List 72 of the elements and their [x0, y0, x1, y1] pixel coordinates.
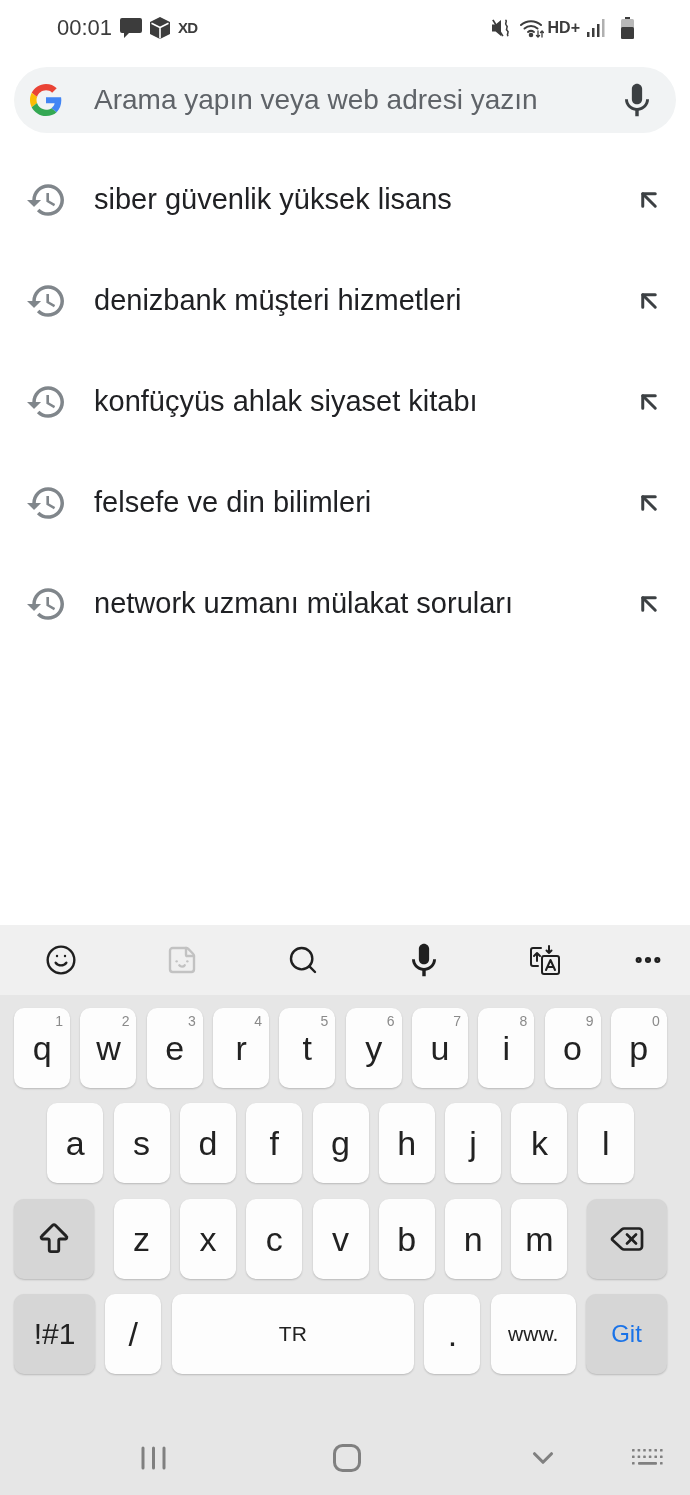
smiley-icon[interactable]	[44, 944, 77, 976]
keyboard-key[interactable]: e 3	[146, 1008, 203, 1088]
number-hint: 5	[320, 1014, 329, 1028]
battery-icon	[621, 16, 634, 39]
keyboard-key[interactable]: f	[246, 1103, 303, 1184]
keyboard-key[interactable]: /	[105, 1293, 162, 1374]
keyboard-key[interactable]: c	[246, 1198, 303, 1279]
number-hint: 1	[55, 1014, 64, 1028]
space-bar[interactable]: TR	[171, 1293, 415, 1374]
keyboard-key[interactable]: .	[424, 1293, 481, 1374]
signal-icon	[587, 18, 605, 37]
suggestion-text[interactable]: denizbank müşteri hizmetleri	[94, 278, 462, 323]
suggestion-text[interactable]: konfüçyüs ahlak siyaset kitabı	[94, 379, 478, 424]
keyboard-key[interactable]: n	[445, 1198, 502, 1279]
network-type-text: HD+	[547, 19, 580, 36]
symbols-key[interactable]: !#1	[14, 1293, 95, 1374]
keyboard-key[interactable]: x	[179, 1198, 236, 1279]
keyboard-key[interactable]: q 1	[14, 1008, 71, 1088]
microphone-icon[interactable]	[411, 943, 436, 977]
keyboard-key[interactable]: p 0	[610, 1008, 667, 1088]
translate-icon[interactable]	[528, 944, 561, 976]
keyboard-key[interactable]: k	[511, 1103, 568, 1184]
keyboard-key[interactable]: o 9	[544, 1008, 601, 1088]
keyboard-key[interactable]: h	[378, 1103, 435, 1184]
keyboard-key[interactable]: y 6	[345, 1008, 402, 1088]
keyboard-key[interactable]: g	[312, 1103, 369, 1184]
suggestion-text[interactable]: felsefe ve din bilimleri	[94, 480, 372, 525]
number-hint: 3	[187, 1014, 196, 1028]
notification-text: XD	[178, 20, 198, 35]
microphone-icon[interactable]	[625, 83, 649, 117]
domain-key[interactable]: www.	[490, 1293, 576, 1374]
history-icon	[27, 284, 64, 317]
keyboard-key[interactable]: m	[511, 1198, 568, 1279]
keyboard-icon[interactable]	[632, 1448, 663, 1467]
chat-bubble-icon	[120, 17, 143, 38]
clock-time: 00:01	[57, 16, 113, 39]
number-hint: 6	[386, 1014, 395, 1028]
keyboard-key[interactable]: s	[113, 1103, 170, 1184]
wifi-icon	[519, 17, 544, 38]
suggestion-text[interactable]: network uzmanı mülakat soruları	[94, 581, 514, 626]
shift-key[interactable]	[14, 1198, 95, 1279]
number-hint: 4	[254, 1014, 263, 1028]
keyboard-key[interactable]: a	[47, 1103, 104, 1184]
history-icon	[27, 183, 64, 216]
home-icon[interactable]	[333, 1443, 361, 1472]
keyboard-key[interactable]: d	[179, 1103, 236, 1184]
keyboard-key[interactable]: v	[312, 1198, 369, 1279]
suggestion-text[interactable]: siber güvenlik yüksek lisans	[94, 177, 452, 222]
keyboard-key[interactable]: z	[113, 1198, 170, 1279]
history-icon	[27, 385, 64, 418]
number-hint: 2	[121, 1014, 130, 1028]
keyboard-key[interactable]: l	[577, 1103, 634, 1184]
keyboard-key[interactable]: i 8	[478, 1008, 535, 1088]
number-hint: 8	[519, 1014, 528, 1028]
backspace-key[interactable]	[586, 1198, 667, 1279]
search-bar[interactable]: Arama yapın veya web adresi yazın	[14, 67, 676, 133]
keyboard-key[interactable]: r 4	[213, 1008, 270, 1088]
number-hint: 7	[453, 1014, 461, 1028]
vibrate-mode-icon	[491, 17, 510, 38]
keyboard-key[interactable]: u 7	[411, 1008, 468, 1088]
number-hint: 9	[585, 1014, 594, 1028]
keyboard-key[interactable]: t 5	[279, 1008, 336, 1088]
keyboard-key[interactable]: b	[378, 1198, 435, 1279]
google-logo-icon	[30, 84, 62, 116]
cube-icon	[150, 16, 171, 39]
search-field[interactable]: Arama yapın veya web adresi yazın	[94, 79, 613, 121]
keyboard-key[interactable]: w 2	[80, 1008, 137, 1088]
number-hint: 0	[652, 1014, 660, 1028]
keyboard-key[interactable]: j	[445, 1103, 502, 1184]
history-icon	[27, 486, 64, 519]
history-icon	[27, 587, 64, 620]
recent-apps-icon[interactable]	[141, 1445, 166, 1470]
